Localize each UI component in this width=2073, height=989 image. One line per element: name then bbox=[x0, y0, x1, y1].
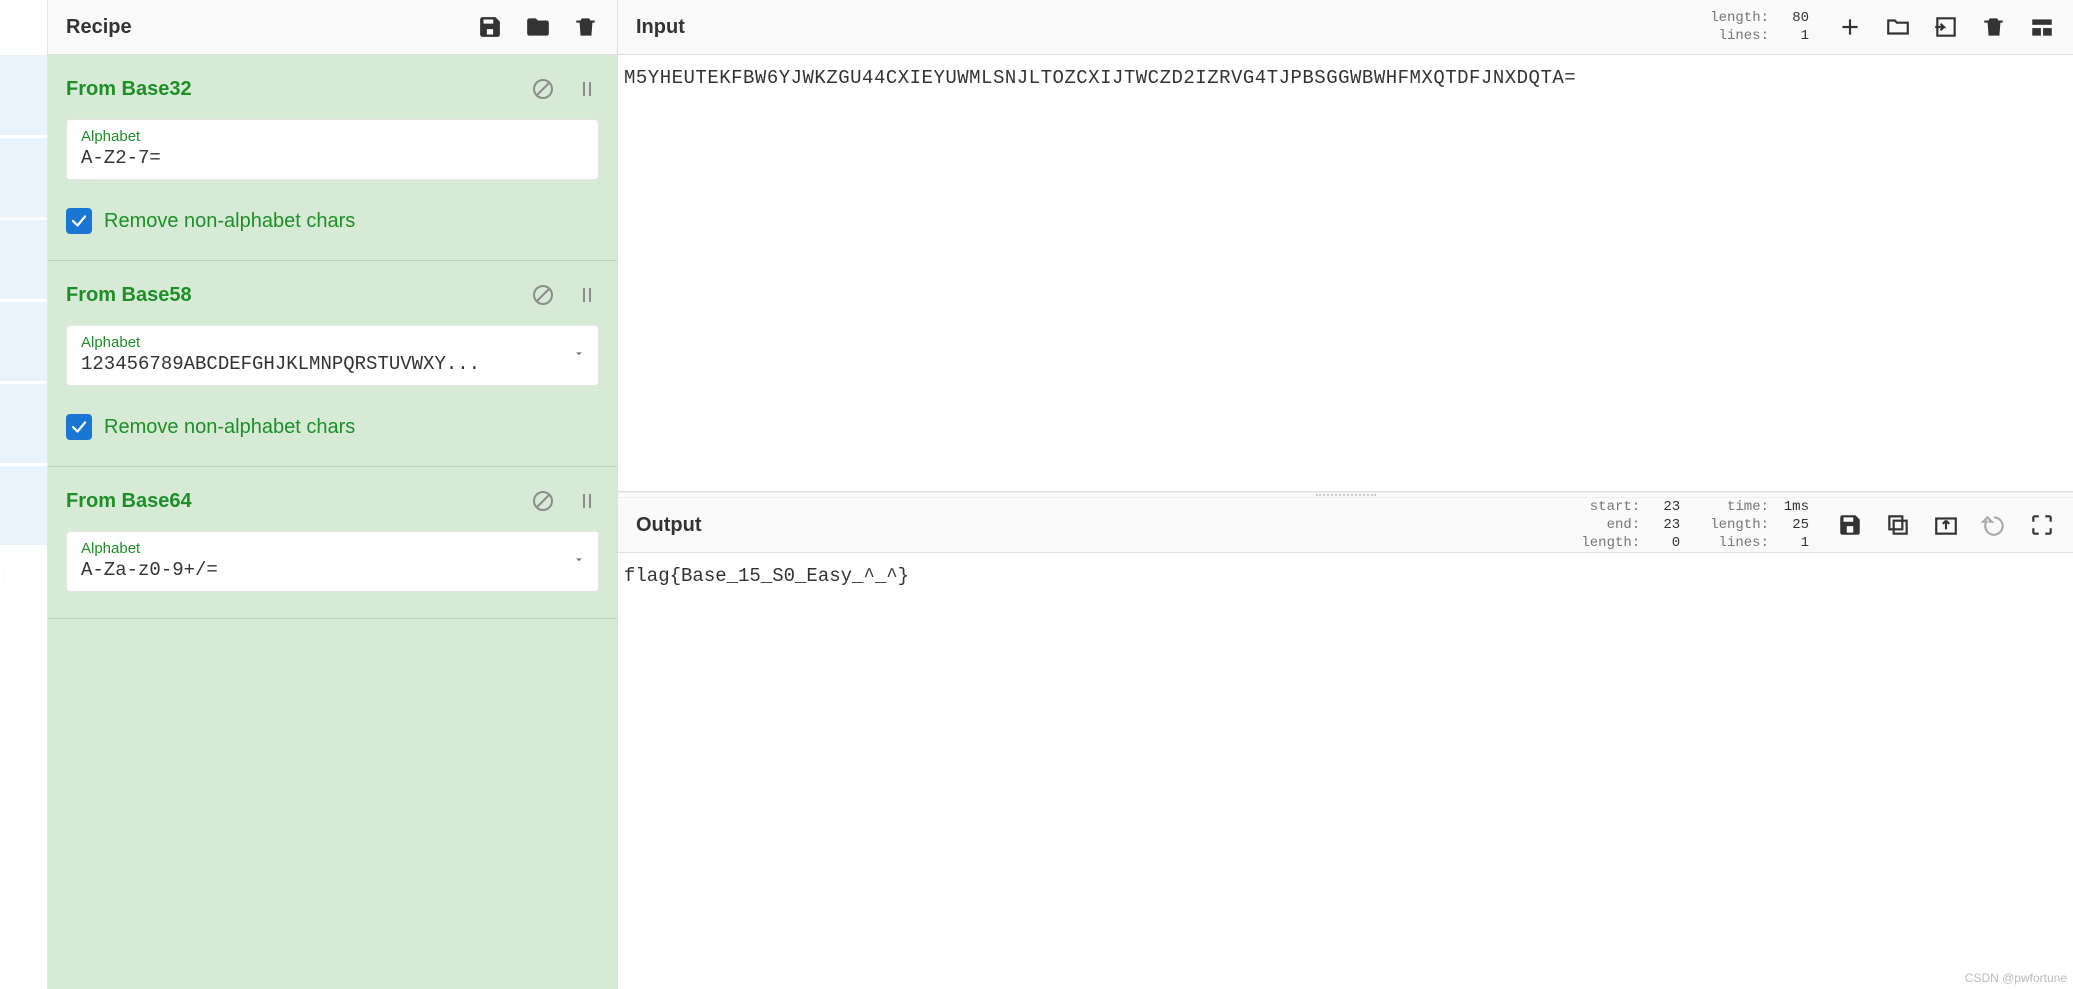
stat-olength-label: length: bbox=[1710, 517, 1769, 533]
stat-lines-value: 1 bbox=[1779, 535, 1809, 551]
load-recipe-folder-icon[interactable] bbox=[525, 14, 551, 40]
stat-sel-length-label: length: bbox=[1581, 535, 1640, 551]
dropdown-caret-icon[interactable] bbox=[572, 552, 586, 571]
left-gutter: · · · · · · bbox=[0, 0, 48, 989]
watermark: CSDN @pwfortune bbox=[1965, 971, 2067, 985]
io-panel: Input length: 80 lines: 1 bbox=[618, 0, 2073, 989]
undo-icon[interactable] bbox=[1981, 512, 2007, 538]
clear-recipe-trash-icon[interactable] bbox=[573, 14, 599, 40]
input-icons bbox=[1837, 14, 2055, 40]
maximize-output-icon[interactable] bbox=[2029, 512, 2055, 538]
output-header: Output start: 23 end: 23 length: 0 time: bbox=[618, 498, 2073, 553]
disable-operation-icon[interactable] bbox=[531, 77, 555, 101]
stat-start-label: start: bbox=[1581, 499, 1640, 515]
stat-lines-label: lines: bbox=[1710, 535, 1769, 551]
disable-operation-icon[interactable] bbox=[531, 489, 555, 513]
remove-non-alphabet-checkbox[interactable]: Remove non-alphabet chars bbox=[66, 208, 599, 234]
output-section: Output start: 23 end: 23 length: 0 time: bbox=[618, 498, 2073, 989]
stat-sel-length-value: 0 bbox=[1650, 535, 1680, 551]
sidebar-slot[interactable] bbox=[0, 55, 47, 135]
recipe-list: From Base32 Alphabet A-Z2-7= bbox=[48, 55, 617, 989]
output-text[interactable]: flag{Base_15_S0_Easy_^_^} bbox=[618, 553, 2073, 989]
open-folder-icon[interactable] bbox=[1885, 14, 1911, 40]
recipe-header: Recipe bbox=[48, 0, 617, 55]
checkbox-label: Remove non-alphabet chars bbox=[104, 210, 355, 233]
recipe-header-icons bbox=[477, 14, 599, 40]
sidebar-slot[interactable] bbox=[0, 137, 47, 217]
add-input-tab-icon[interactable] bbox=[1837, 14, 1863, 40]
stat-end-label: end: bbox=[1581, 517, 1640, 533]
checkbox-icon bbox=[66, 414, 92, 440]
recipe-panel: Recipe From Base32 bbox=[48, 0, 618, 989]
alphabet-field[interactable]: Alphabet 123456789ABCDEFGHJKLMNPQRSTUVWX… bbox=[66, 325, 599, 386]
stat-time-label: time: bbox=[1710, 499, 1769, 515]
output-stats: start: 23 end: 23 length: 0 time: 1ms le… bbox=[1581, 499, 1809, 551]
stat-lines-value: 1 bbox=[1779, 28, 1809, 44]
move-output-to-input-icon[interactable] bbox=[1933, 512, 1959, 538]
sidebar-slot[interactable] bbox=[0, 301, 47, 381]
dropdown-caret-icon[interactable] bbox=[572, 346, 586, 365]
stat-olength-value: 25 bbox=[1779, 517, 1809, 533]
stat-length-value: 80 bbox=[1779, 10, 1809, 26]
operation-title: From Base58 bbox=[66, 284, 192, 307]
checkbox-icon bbox=[66, 208, 92, 234]
input-title: Input bbox=[636, 16, 685, 39]
stat-start-value: 23 bbox=[1650, 499, 1680, 515]
input-header: Input length: 80 lines: 1 bbox=[618, 0, 2073, 55]
input-text[interactable]: M5YHEUTEKFBW6YJWKZGU44CXIEYUWMLSNJLTOZCX… bbox=[618, 55, 2073, 491]
output-title: Output bbox=[636, 514, 702, 537]
sidebar-slot[interactable] bbox=[0, 465, 47, 545]
field-value: 123456789ABCDEFGHJKLMNPQRSTUVWXY... bbox=[81, 353, 584, 375]
open-file-icon[interactable] bbox=[1933, 14, 1959, 40]
pause-operation-icon[interactable] bbox=[575, 489, 599, 513]
output-icons bbox=[1837, 512, 2055, 538]
field-value: A-Z2-7= bbox=[81, 147, 584, 169]
remove-non-alphabet-checkbox[interactable]: Remove non-alphabet chars bbox=[66, 414, 599, 440]
stat-end-value: 23 bbox=[1650, 517, 1680, 533]
save-recipe-icon[interactable] bbox=[477, 14, 503, 40]
disable-operation-icon[interactable] bbox=[531, 283, 555, 307]
operation-title: From Base32 bbox=[66, 78, 192, 101]
pause-operation-icon[interactable] bbox=[575, 283, 599, 307]
stat-lines-label: lines: bbox=[1710, 28, 1769, 44]
sidebar-slots bbox=[0, 55, 47, 989]
app-root: · · · · · · Recipe From Base32 bbox=[0, 0, 2073, 989]
alphabet-field[interactable]: Alphabet A-Za-z0-9+/= bbox=[66, 531, 599, 592]
pause-operation-icon[interactable] bbox=[575, 77, 599, 101]
operation-from-base64[interactable]: From Base64 Alphabet A-Za-z0-9+/= bbox=[48, 467, 617, 619]
sidebar-slot[interactable] bbox=[0, 383, 47, 463]
operation-from-base32[interactable]: From Base32 Alphabet A-Z2-7= bbox=[48, 55, 617, 261]
copy-output-icon[interactable] bbox=[1885, 512, 1911, 538]
stat-length-label: length: bbox=[1710, 10, 1769, 26]
input-stats: length: 80 lines: 1 bbox=[1710, 10, 1809, 44]
clear-input-trash-icon[interactable] bbox=[1981, 14, 2007, 40]
field-label: Alphabet bbox=[81, 540, 584, 557]
reset-layout-icon[interactable] bbox=[2029, 14, 2055, 40]
operation-from-base58[interactable]: From Base58 Alphabet 123456789ABCDEFGHJK… bbox=[48, 261, 617, 467]
save-output-icon[interactable] bbox=[1837, 512, 1863, 538]
alphabet-field[interactable]: Alphabet A-Z2-7= bbox=[66, 119, 599, 180]
field-label: Alphabet bbox=[81, 334, 584, 351]
field-value: A-Za-z0-9+/= bbox=[81, 559, 584, 581]
sidebar-slot[interactable] bbox=[0, 219, 47, 299]
stat-time-value: 1ms bbox=[1779, 499, 1809, 515]
field-label: Alphabet bbox=[81, 128, 584, 145]
operation-title: From Base64 bbox=[66, 490, 192, 513]
recipe-title: Recipe bbox=[66, 16, 132, 39]
input-section: Input length: 80 lines: 1 bbox=[618, 0, 2073, 492]
checkbox-label: Remove non-alphabet chars bbox=[104, 416, 355, 439]
